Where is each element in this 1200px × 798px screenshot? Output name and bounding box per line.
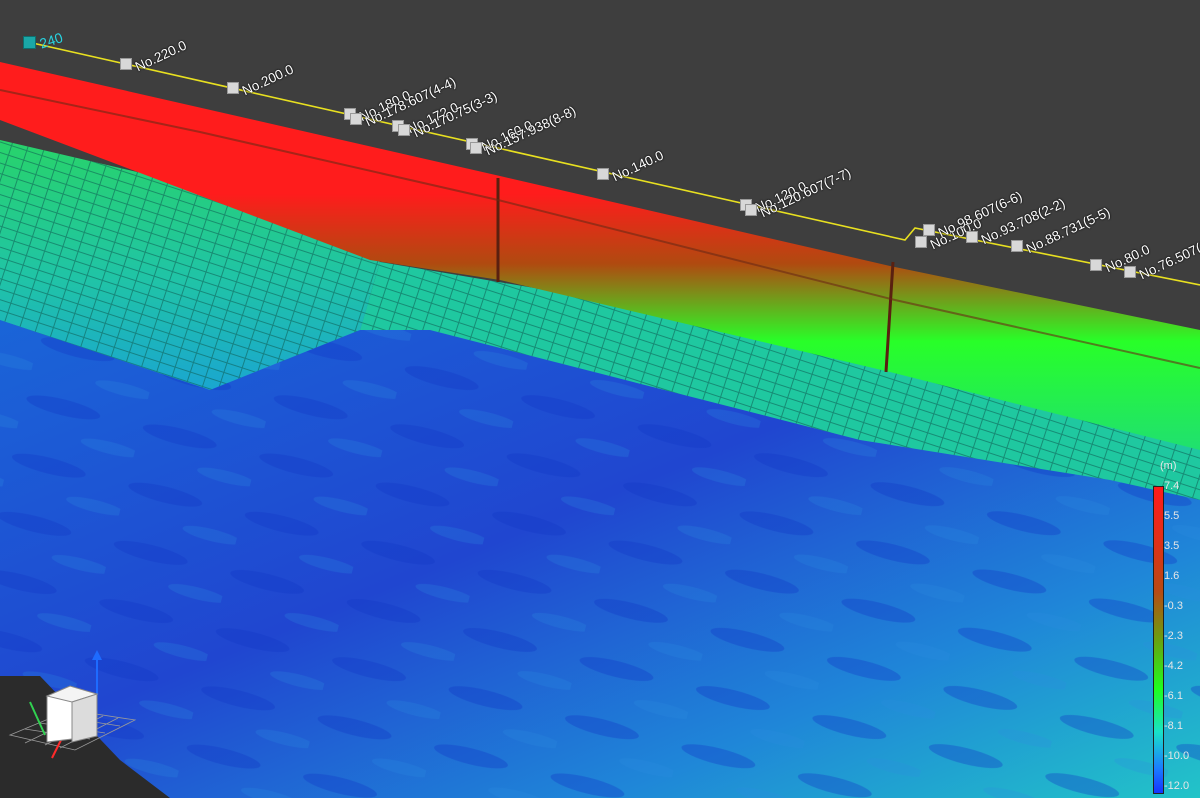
legend-tick: -10.0 (1164, 750, 1190, 762)
station-marker-icon[interactable] (1090, 259, 1102, 271)
legend-color-bar (1153, 486, 1164, 794)
station-marker-icon[interactable] (745, 204, 757, 216)
legend-tick: -6.1 (1164, 690, 1183, 702)
station-marker-icon[interactable] (1011, 240, 1023, 252)
station-marker-icon[interactable] (398, 124, 410, 136)
elevation-legend: (m) 7.4 5.5 3.5 1.6 -0.3 -2.3 -4.2 -6.1 -8.1 -10.… (1152, 460, 1200, 798)
station-marker-icon[interactable] (966, 231, 978, 243)
axis-cube-icon[interactable] (0, 650, 150, 770)
legend-unit: (m) (1160, 460, 1177, 472)
point-cloud-viewport[interactable]: 240 No.220.0 No.200.0 No.180.0 No.178.607(4… (0, 0, 1200, 798)
legend-tick: -0.3 (1164, 600, 1183, 612)
station-marker-icon[interactable] (915, 236, 927, 248)
station-marker-icon[interactable] (227, 82, 239, 94)
legend-tick: -4.2 (1164, 660, 1183, 672)
station-marker-icon[interactable] (923, 224, 935, 236)
legend-tick: 1.6 (1164, 570, 1180, 582)
station-marker-icon[interactable] (470, 142, 482, 154)
station-marker-icon[interactable] (597, 168, 609, 180)
station-marker-icon[interactable] (1124, 266, 1136, 278)
legend-tick: 5.5 (1164, 510, 1180, 522)
legend-tick: 3.5 (1164, 540, 1180, 552)
start-marker-icon[interactable] (23, 36, 36, 49)
legend-tick: -12.0 (1164, 780, 1190, 792)
station-marker-icon[interactable] (120, 58, 132, 70)
station-marker-icon[interactable] (350, 113, 362, 125)
terrain-render (0, 41, 1200, 798)
legend-tick: 7.4 (1164, 480, 1180, 492)
legend-tick: -8.1 (1164, 720, 1183, 732)
legend-tick: -2.3 (1164, 630, 1183, 642)
